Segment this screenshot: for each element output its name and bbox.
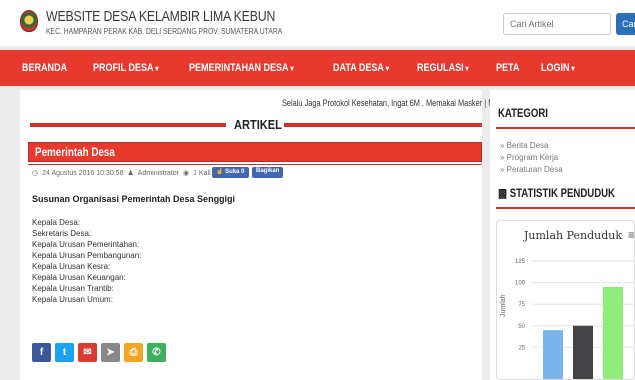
post-date: 24 Agustus 2016 10:30:56 (42, 169, 124, 177)
chart-bar[interactable] (543, 330, 563, 380)
nav-pemerintahan-desa[interactable]: PEMERINTAHAN DESA (189, 62, 294, 74)
chart-y-tick-label: 75 (518, 302, 525, 308)
kategori-divider (496, 127, 635, 129)
post-title[interactable]: Pemerintah Desa (35, 145, 115, 159)
body-line: Kepala Urusan Kesra: (32, 262, 111, 271)
category-item[interactable]: » Berita Desa (500, 140, 563, 152)
site-subtitle: KEC. HAMPARAN PERAK KAB. DELI SERDANG PR… (46, 27, 283, 36)
share-buttons: f t ✉ ➤ ⎙ ✆ (32, 343, 170, 362)
body-line: Kepala Urusan Pemerintahan: (32, 240, 140, 249)
section-divider-left (30, 123, 226, 127)
category-label: Program Kerja (506, 153, 559, 162)
facebook-like-button[interactable]: ☝ Suka 0 (212, 167, 249, 178)
chart-plot: 25 50 75 100 125 (515, 259, 634, 380)
site-title[interactable]: WEBSITE DESA KELAMBIR LIMA KEBUN (46, 8, 275, 25)
chart-y-tick-label: 100 (515, 281, 526, 287)
chart-y-tick-label: 50 (518, 324, 525, 330)
main-navbar: BERANDA PROFIL DESA PEMERINTAHAN DESA DA… (0, 50, 635, 86)
whatsapp-icon[interactable]: ✆ (147, 343, 166, 362)
body-line: Kepala Urusan Umum: (32, 295, 113, 304)
nav-profil-desa[interactable]: PROFIL DESA (93, 62, 159, 74)
category-label: Berita Desa (506, 141, 549, 150)
kategori-title: KATEGORI (498, 106, 548, 120)
statistik-title-label: STATISTIK PENDUDUK (509, 186, 615, 200)
category-label: Peraturan Desa (506, 165, 563, 174)
body-line: Kepala Desa: (32, 218, 81, 227)
article-body: Kepala Desa: Sekretaris Desa: Kepala Uru… (32, 217, 141, 305)
user-icon: ♟ (127, 170, 134, 177)
chart-y-tick-label: 25 (518, 345, 525, 351)
top-header: WEBSITE DESA KELAMBIR LIMA KEBUN KEC. HA… (0, 0, 635, 46)
chart-bar[interactable] (603, 286, 623, 380)
print-icon[interactable]: ⎙ (124, 343, 143, 362)
statistik-title: ▩ STATISTIK PENDUDUK (498, 186, 615, 200)
facebook-like-label: Suka 0 (225, 169, 245, 175)
eye-icon: ◉ (182, 170, 190, 177)
statistik-divider (496, 207, 635, 209)
category-list: » Berita Desa » Program Kerja » Peratura… (500, 140, 563, 176)
article-heading: Susunan Organisasi Pemerintah Desa Sengg… (32, 194, 236, 204)
body-line: Kepala Urusan Pembangunan: (32, 251, 142, 260)
twitter-icon[interactable]: t (55, 343, 74, 362)
sidebar: KATEGORI » Berita Desa » Program Kerja »… (490, 90, 635, 380)
category-item[interactable]: » Program Kerja (500, 152, 563, 164)
body-line: Sekretaris Desa: (32, 229, 92, 238)
site-logo[interactable] (20, 10, 38, 32)
search-input[interactable] (503, 13, 611, 35)
category-item[interactable]: » Peraturan Desa (500, 164, 563, 176)
nav-login[interactable]: LOGIN (541, 62, 575, 74)
section-divider-right (284, 123, 482, 127)
chart-y-tick-label: 125 (515, 259, 526, 265)
nav-beranda[interactable]: BERANDA (22, 62, 67, 74)
population-chart: Jumlah Penduduk ≡ Jumlah 25 50 75 100 125 (496, 220, 635, 380)
post-underline (28, 164, 482, 165)
post-title-bar: Pemerintah Desa (28, 142, 482, 162)
search-button[interactable]: Cari (616, 13, 635, 35)
facebook-share-button[interactable]: Bagikan (252, 167, 284, 178)
nav-data-desa[interactable]: DATA DESA (333, 62, 389, 74)
nav-regulasi[interactable]: REGULASI (417, 62, 469, 74)
email-icon[interactable]: ✉ (78, 343, 97, 362)
article-panel: Selalu Jaga Protokol Kesehatan, Ingat 6M… (20, 90, 510, 380)
thumbs-up-icon: ☝ (216, 169, 224, 175)
news-ticker[interactable]: Selalu Jaga Protokol Kesehatan, Ingat 6M… (282, 98, 510, 108)
clock-icon: ◷ (32, 170, 39, 177)
post-author: Administrator (137, 169, 179, 177)
body-line: Kepala Urusan Trantib: (32, 284, 114, 293)
body-line: Kepala Urusan Keuangan: (32, 273, 126, 282)
telegram-icon[interactable]: ➤ (101, 343, 120, 362)
chart-bar[interactable] (573, 325, 593, 380)
facebook-icon[interactable]: f (32, 343, 51, 362)
section-title: ARTIKEL (234, 117, 282, 132)
nav-peta[interactable]: PETA (496, 62, 519, 74)
post-meta: ◷ 24 Agustus 2016 10:30:56 ♟ Administrat… (32, 169, 238, 178)
bar-chart-icon: ▩ (498, 186, 508, 200)
